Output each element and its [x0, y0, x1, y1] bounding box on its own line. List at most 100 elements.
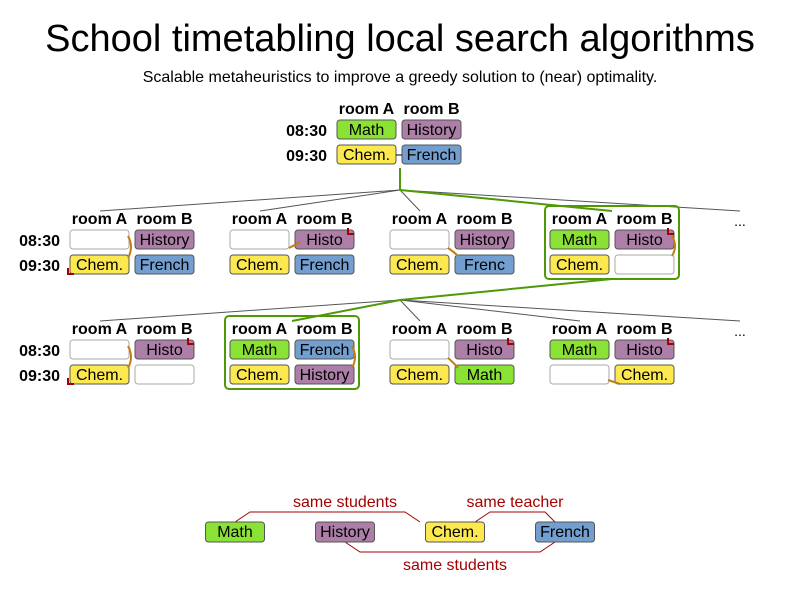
cell-lesson: Math	[454, 364, 515, 385]
lesson-label: Histo	[626, 232, 663, 249]
room-header: room B	[617, 211, 673, 228]
cell-lesson: Chem.	[229, 364, 290, 385]
tree-branch-line	[399, 189, 421, 212]
lesson-label: Chem.	[76, 367, 123, 384]
constraint-node: Chem.	[425, 521, 485, 543]
lesson-label: Math	[562, 342, 598, 359]
constraint-link	[234, 511, 421, 523]
time-label: 09:30	[286, 148, 327, 165]
lesson-label: History	[140, 232, 190, 249]
lesson-label: History	[407, 122, 457, 139]
cell-lesson: Chem.	[614, 364, 675, 385]
lesson-label: Math	[562, 232, 598, 249]
cell-lesson: Chem.	[229, 254, 290, 275]
cell-lesson: French	[294, 339, 355, 360]
time-label: 08:30	[19, 343, 60, 360]
lesson-label: Chem.	[621, 367, 668, 384]
lesson-label: Chem.	[396, 367, 443, 384]
cell-lesson: French	[134, 254, 195, 275]
tree-branch-line	[99, 189, 401, 212]
lesson-label: Frenc	[464, 257, 505, 274]
lesson-label: Chem.	[343, 147, 390, 164]
cell-lesson	[614, 254, 675, 275]
room-header: room A	[392, 321, 448, 338]
cell-lesson: Histo	[614, 229, 675, 250]
room-header: room A	[232, 321, 288, 338]
constraint-label-same-students: same students	[403, 557, 507, 574]
room-header: room B	[137, 211, 193, 228]
cell-lesson: History	[454, 229, 515, 250]
constraint-label-same-students: same students	[293, 494, 397, 511]
row2-solution: room A room B	[552, 321, 673, 338]
tree-branch-line	[399, 299, 581, 322]
lesson-label: History	[460, 232, 510, 249]
lesson-box	[389, 339, 450, 360]
cell-lesson: Chem.	[549, 254, 610, 275]
selected-branch-line	[399, 189, 613, 212]
lesson-label: Chem.	[236, 257, 283, 274]
more-neighbors-ellipsis: ...	[734, 323, 746, 339]
room-header: room A	[339, 101, 395, 118]
room-header: room A	[72, 321, 128, 338]
cell-lesson: Frenc	[454, 254, 515, 275]
room-header: room A	[392, 211, 448, 228]
room-header: room B	[297, 211, 353, 228]
cell-lesson: History	[134, 229, 195, 250]
constraint-node: Math	[205, 521, 265, 543]
cell-lesson	[389, 339, 450, 360]
constraint-node-label: History	[320, 524, 370, 541]
more-neighbors-ellipsis: ...	[734, 213, 746, 229]
row2-solution: room A room B	[392, 321, 513, 338]
cell-lesson	[69, 229, 130, 250]
tree-branch-line	[99, 299, 401, 322]
cell-lesson: Chem.	[336, 144, 397, 165]
row1-solution: room A room B	[232, 211, 353, 228]
room-header: room A	[72, 211, 128, 228]
lesson-label: Histo	[146, 342, 183, 359]
selected-connector-line	[399, 278, 613, 301]
selected-branch-line	[291, 299, 401, 322]
cell-lesson: French	[401, 144, 462, 165]
constraint-label-same-teacher: same teacher	[467, 494, 565, 511]
cell-lesson	[549, 364, 610, 385]
tree-branch-line	[259, 189, 401, 212]
row1-solution: room A room B	[392, 211, 513, 228]
cell-lesson	[69, 339, 130, 360]
lesson-label: Math	[349, 122, 385, 139]
lesson-label: French	[300, 257, 350, 274]
cell-lesson: Chem.	[69, 364, 130, 385]
cell-lesson: Histo	[614, 339, 675, 360]
move-arrow	[447, 357, 459, 369]
lesson-box	[229, 229, 290, 250]
cell-lesson: History	[294, 364, 355, 385]
lesson-label: French	[300, 342, 350, 359]
tree-branch-line	[399, 189, 741, 212]
constraint-node: History	[315, 521, 375, 543]
lesson-label: Math	[242, 342, 278, 359]
cell-lesson	[134, 364, 195, 385]
lesson-label: Chem.	[236, 367, 283, 384]
cell-lesson: Chem.	[389, 254, 450, 275]
lesson-box	[614, 254, 675, 275]
constraint-link	[474, 511, 556, 523]
lesson-box	[134, 364, 195, 385]
lesson-box	[549, 364, 610, 385]
time-label: 08:30	[19, 233, 60, 250]
time-label: 09:30	[19, 368, 60, 385]
time-label: 09:30	[19, 258, 60, 275]
cell-lesson: Histo	[294, 229, 355, 250]
constraint-node-label: Math	[217, 524, 253, 541]
lesson-label: Chem.	[76, 257, 123, 274]
lesson-box	[69, 339, 130, 360]
cell-lesson: Math	[549, 229, 610, 250]
constraint-link	[344, 541, 556, 553]
lesson-label: Histo	[306, 232, 343, 249]
search-tree-diagram: 08:30 09:30 room A room B Math History Chem. Fr…	[19, 101, 746, 574]
cell-lesson	[389, 229, 450, 250]
room-header: room A	[552, 321, 608, 338]
cell-lesson: Math	[229, 339, 290, 360]
tree-branch-line	[399, 299, 741, 322]
cell-lesson: Math	[336, 119, 397, 140]
cell-lesson: French	[294, 254, 355, 275]
cell-lesson	[229, 229, 290, 250]
